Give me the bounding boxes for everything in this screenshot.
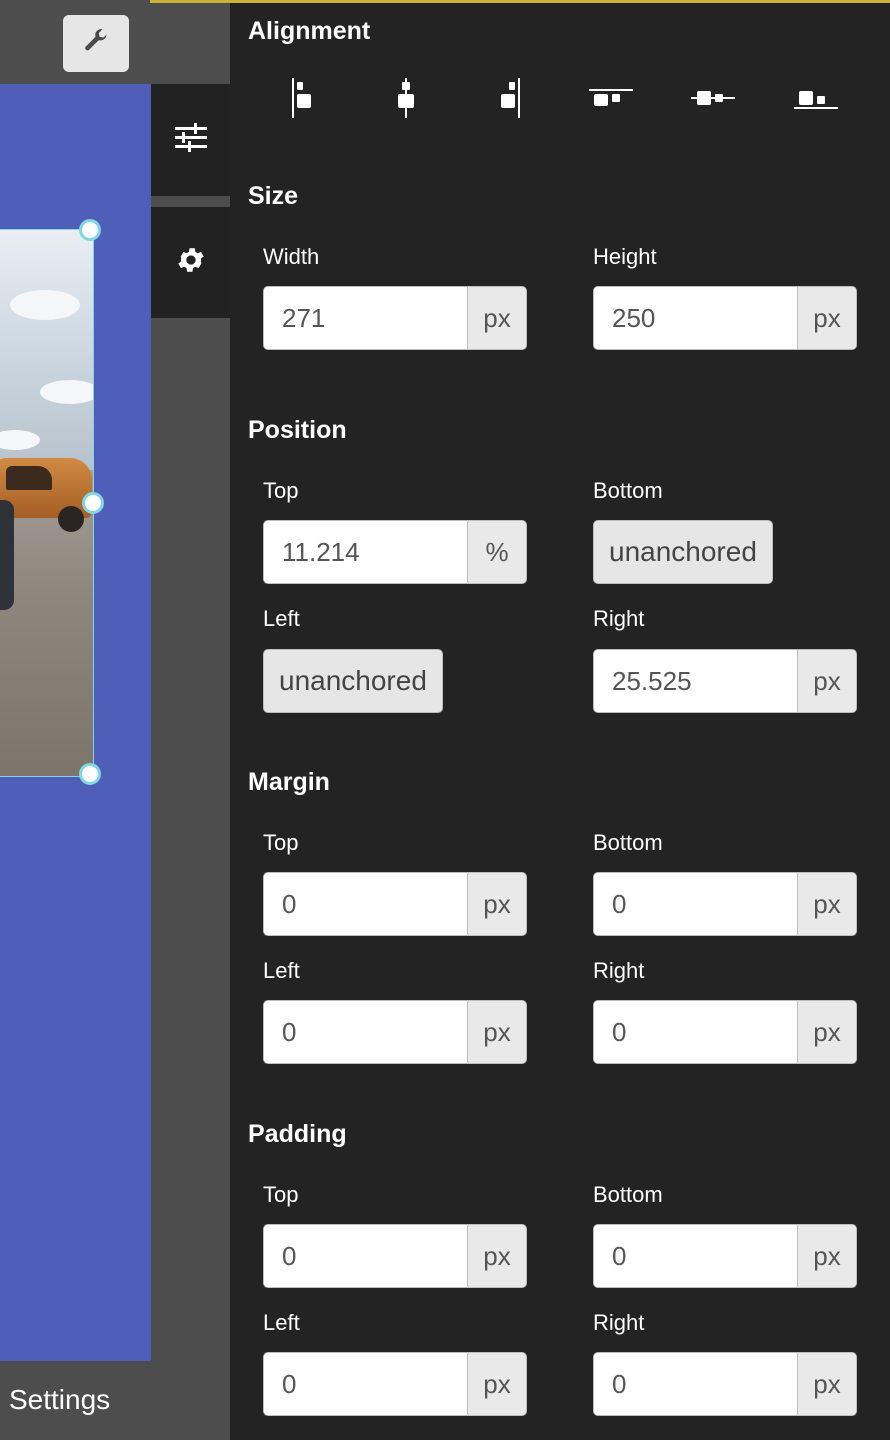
margin-top-label: Top	[263, 830, 299, 855]
height-unit[interactable]: px	[797, 287, 856, 349]
margin-title: Margin	[248, 768, 330, 796]
margin-top-input[interactable]	[264, 873, 467, 935]
width-label: Width	[263, 244, 320, 269]
margin-bottom-label: Bottom	[593, 830, 663, 855]
margin-left-input[interactable]	[264, 1001, 467, 1063]
margin-bottom-field: px	[593, 872, 857, 936]
padding-right-unit[interactable]: px	[797, 1353, 856, 1415]
align-bottom-icon	[794, 83, 838, 118]
padding-top-field: px	[263, 1224, 527, 1288]
padding-right-input[interactable]	[594, 1353, 797, 1415]
wrench-button[interactable]	[63, 15, 129, 72]
resize-handle-top[interactable]	[79, 219, 101, 241]
height-input[interactable]	[594, 287, 797, 349]
height-field: px	[593, 286, 857, 350]
padding-top-unit[interactable]: px	[467, 1225, 526, 1287]
margin-right-unit[interactable]: px	[797, 1001, 856, 1063]
margin-bottom-input[interactable]	[594, 873, 797, 935]
margin-top-unit[interactable]: px	[467, 873, 526, 935]
padding-top-label: Top	[263, 1182, 299, 1207]
position-bottom-label: Bottom	[593, 478, 663, 503]
alignment-title: Alignment	[248, 17, 371, 45]
position-right-input[interactable]	[594, 650, 797, 712]
align-center-horizontal-button[interactable]	[376, 75, 436, 125]
position-bottom-unanchored[interactable]: unanchored	[593, 520, 773, 584]
padding-bottom-label: Bottom	[593, 1182, 663, 1207]
padding-bottom-unit[interactable]: px	[797, 1225, 856, 1287]
padding-left-label: Left	[263, 1310, 300, 1335]
align-left-icon	[289, 77, 319, 123]
padding-left-input[interactable]	[264, 1353, 467, 1415]
margin-right-input[interactable]	[594, 1001, 797, 1063]
padding-left-field: px	[263, 1352, 527, 1416]
position-top-unit[interactable]: %	[467, 521, 526, 583]
width-input[interactable]	[264, 287, 467, 349]
position-right-unit[interactable]: px	[797, 650, 856, 712]
padding-title: Padding	[248, 1120, 347, 1148]
position-left-label: Left	[263, 606, 300, 631]
settings-label[interactable]: Settings	[9, 1384, 110, 1416]
margin-top-field: px	[263, 872, 527, 936]
properties-panel: Alignment Size Width Height px	[230, 3, 890, 1440]
margin-left-field: px	[263, 1000, 527, 1064]
align-right-icon	[493, 77, 523, 123]
align-center-vertical-button[interactable]	[683, 75, 743, 125]
selected-image[interactable]	[0, 229, 94, 777]
padding-left-unit[interactable]: px	[467, 1353, 526, 1415]
padding-bottom-input[interactable]	[594, 1225, 797, 1287]
margin-bottom-unit[interactable]: px	[797, 873, 856, 935]
resize-handle-right[interactable]	[82, 492, 104, 514]
margin-right-field: px	[593, 1000, 857, 1064]
align-center-vertical-icon	[691, 83, 735, 118]
padding-bottom-field: px	[593, 1224, 857, 1288]
position-title: Position	[248, 416, 347, 444]
position-left-unanchored[interactable]: unanchored	[263, 649, 443, 713]
resize-handle-bottom[interactable]	[79, 763, 101, 785]
wrench-icon	[82, 27, 110, 60]
align-center-horizontal-icon	[391, 77, 421, 123]
tab-settings[interactable]	[151, 207, 230, 318]
align-bottom-button[interactable]	[786, 75, 846, 125]
size-title: Size	[248, 182, 299, 210]
position-top-field: %	[263, 520, 527, 584]
align-left-button[interactable]	[274, 75, 334, 125]
gear-icon	[175, 244, 207, 281]
sliders-icon	[174, 122, 208, 158]
height-label: Height	[593, 244, 657, 269]
tab-style[interactable]	[151, 84, 230, 196]
width-field: px	[263, 286, 527, 350]
position-top-input[interactable]	[264, 521, 467, 583]
width-unit[interactable]: px	[467, 287, 526, 349]
position-right-field: px	[593, 649, 857, 713]
align-top-icon	[589, 83, 633, 118]
margin-left-unit[interactable]: px	[467, 1001, 526, 1063]
margin-right-label: Right	[593, 958, 645, 983]
align-top-button[interactable]	[581, 75, 641, 125]
padding-right-label: Right	[593, 1310, 645, 1335]
margin-left-label: Left	[263, 958, 300, 983]
align-right-button[interactable]	[478, 75, 538, 125]
padding-right-field: px	[593, 1352, 857, 1416]
position-right-label: Right	[593, 606, 645, 631]
padding-top-input[interactable]	[264, 1225, 467, 1287]
position-top-label: Top	[263, 478, 299, 503]
